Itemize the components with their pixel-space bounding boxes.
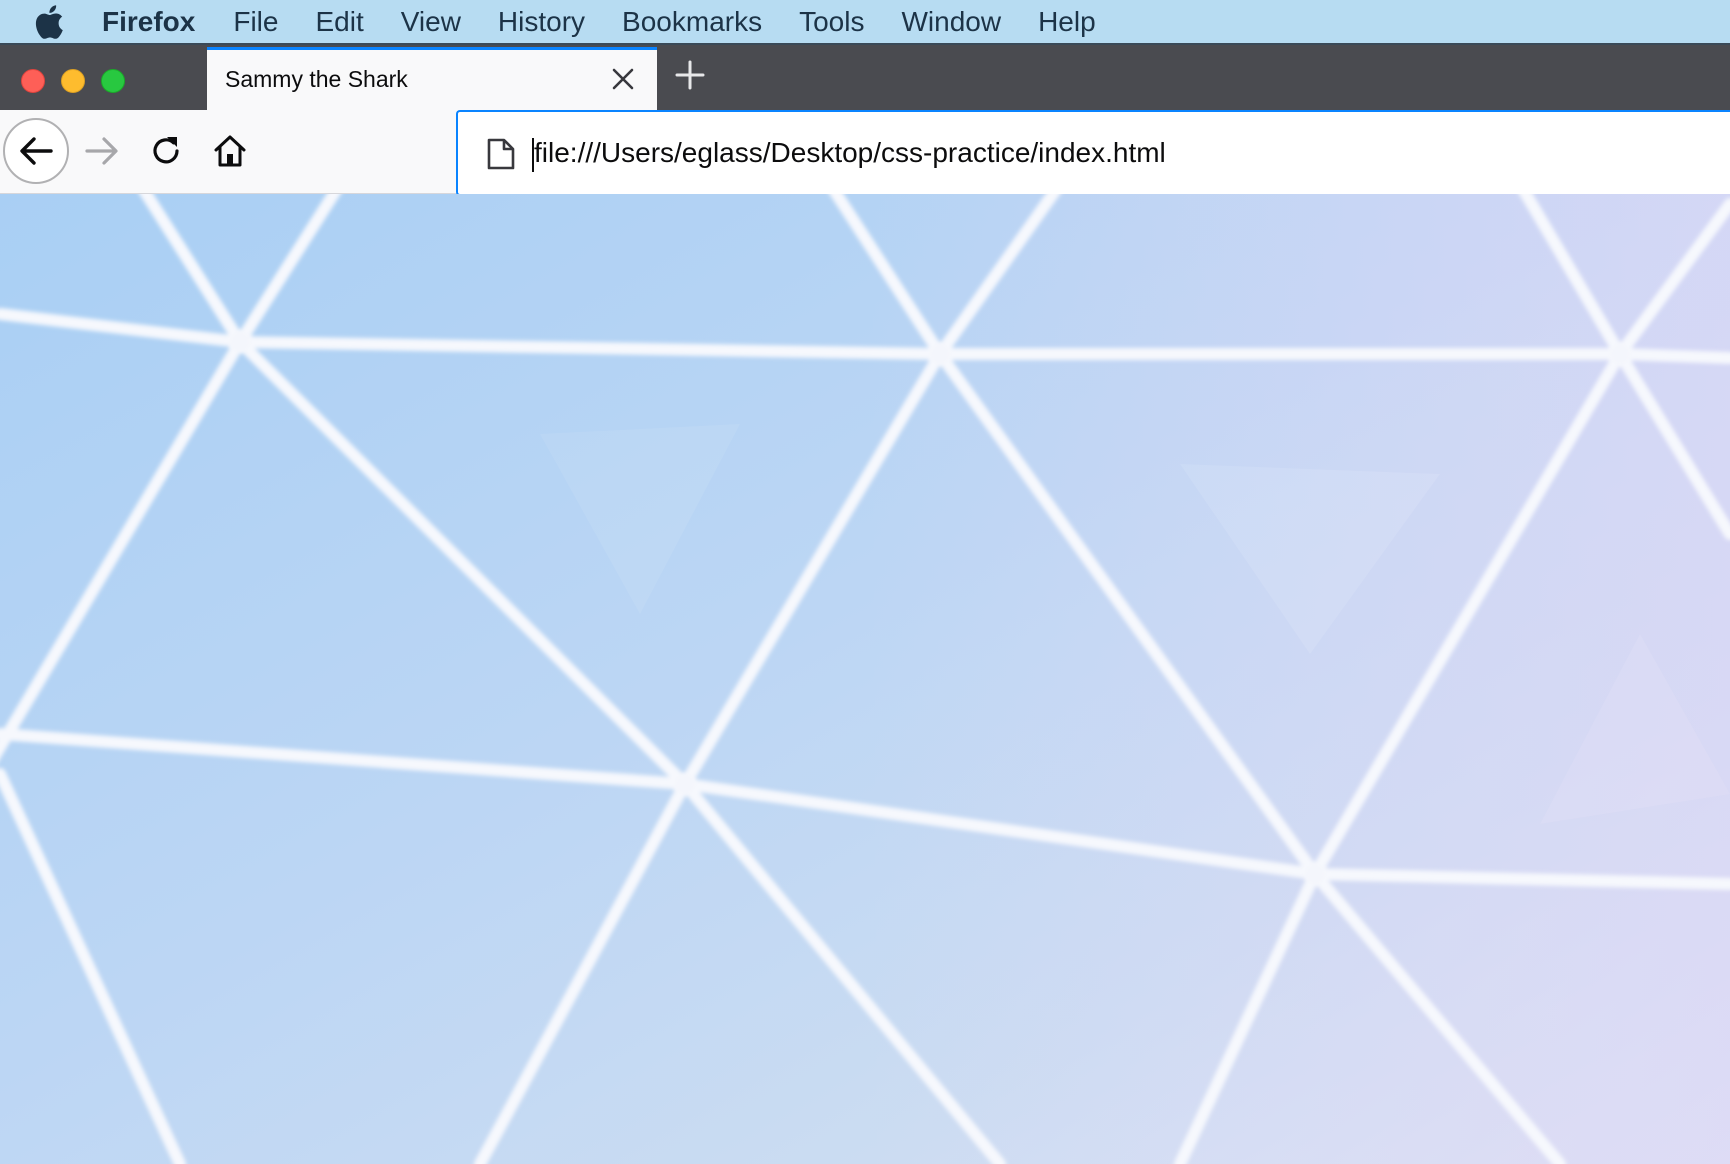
menu-view[interactable]: View: [401, 6, 461, 38]
url-bar[interactable]: file:///Users/eglass/Desktop/css-practic…: [456, 110, 1730, 196]
tab-title: Sammy the Shark: [225, 66, 408, 92]
arrow-left-icon: [20, 137, 53, 165]
window-close-button[interactable]: [21, 69, 45, 93]
tab-active[interactable]: Sammy the Shark: [207, 47, 657, 110]
plus-icon[interactable]: [674, 59, 706, 91]
menu-app-name[interactable]: Firefox: [102, 6, 195, 38]
back-button[interactable]: [3, 118, 69, 184]
menu-bookmarks[interactable]: Bookmarks: [622, 6, 762, 38]
menu-window[interactable]: Window: [901, 6, 1001, 38]
menu-tools[interactable]: Tools: [799, 6, 864, 38]
reload-icon: [153, 137, 179, 164]
window-maximize-button[interactable]: [101, 69, 125, 93]
menu-file[interactable]: File: [233, 6, 278, 38]
menu-bar: Firefox File Edit View History Bookmarks…: [0, 0, 1730, 45]
page-icon: [486, 137, 516, 171]
apple-logo-icon[interactable]: [34, 4, 68, 39]
forward-button[interactable]: [84, 133, 120, 169]
menu-help[interactable]: Help: [1038, 6, 1096, 38]
menu-edit[interactable]: Edit: [315, 6, 363, 38]
close-icon[interactable]: [611, 67, 635, 91]
background-image: [0, 194, 1730, 1164]
page-content: [0, 194, 1730, 1164]
tab-strip: Sammy the Shark: [0, 45, 1730, 110]
reload-button[interactable]: [148, 133, 184, 169]
screen: Firefox File Edit View History Bookmarks…: [0, 0, 1730, 1164]
arrow-right-icon: [85, 137, 118, 165]
home-button[interactable]: [212, 133, 248, 169]
url-input[interactable]: file:///Users/eglass/Desktop/css-practic…: [534, 137, 1166, 169]
home-icon: [214, 135, 246, 167]
menu-history[interactable]: History: [498, 6, 585, 38]
window-minimize-button[interactable]: [61, 69, 85, 93]
navigation-toolbar: file:///Users/eglass/Desktop/css-practic…: [0, 110, 1730, 196]
